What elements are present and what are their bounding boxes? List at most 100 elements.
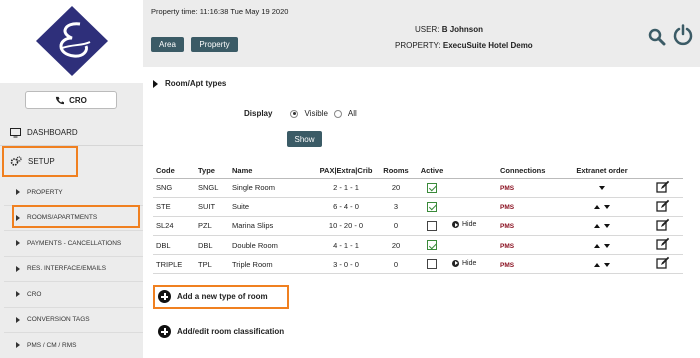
cell-name: Single Room (229, 178, 315, 198)
caret-right-icon (16, 291, 20, 298)
add-new-label: Add a new type of room (177, 292, 268, 301)
sidebar-item-pms-cm-rms[interactable]: PMS / CM / RMS (4, 333, 143, 358)
active-checkbox[interactable] (427, 259, 437, 270)
edit-icon[interactable] (656, 199, 670, 213)
add-room-classification-link[interactable]: Add/edit room classification (158, 325, 284, 338)
arrow-down-icon[interactable] (604, 224, 610, 229)
cell-active (415, 254, 449, 275)
edit-icon[interactable] (656, 180, 670, 194)
cro-button[interactable]: CRO (25, 91, 117, 109)
cell-connections: PMS (497, 254, 561, 275)
add-new-room-type-link[interactable]: Add a new type of room (158, 290, 268, 303)
display-filter: Display Visible All (244, 109, 357, 118)
sidebar-item-property[interactable]: PROPERTY (4, 180, 143, 206)
hide-button[interactable]: Hide (452, 221, 477, 229)
cell-hide: Hide (449, 254, 497, 275)
edit-icon[interactable] (656, 256, 670, 270)
col-connections: Connections (497, 163, 561, 179)
cell-hide: Hide (449, 216, 497, 237)
cell-hide (449, 197, 497, 217)
cell-connections: PMS (497, 235, 561, 256)
property-button[interactable]: Property (191, 37, 238, 52)
caret-right-icon (16, 240, 20, 247)
arrow-up-icon[interactable] (594, 205, 600, 210)
cell-active (415, 235, 449, 256)
cell-active (415, 197, 449, 217)
active-checkbox[interactable] (427, 201, 437, 212)
cell-edit (643, 216, 683, 237)
setup-highlight (2, 146, 78, 177)
nav-dashboard[interactable]: DASHBOARD (0, 120, 143, 146)
col-extranet-order: Extranet order (561, 163, 643, 179)
sidebar-item-res-interface[interactable]: RES. INTERFACE/EMAILS (4, 257, 143, 282)
active-checkbox[interactable] (427, 240, 437, 251)
sidebar-item-label: PAYMENTS - CANCELLATIONS (27, 239, 122, 247)
cell-type: SNGL (195, 178, 229, 198)
cell-extranet-order (561, 235, 643, 256)
arrow-up-icon[interactable] (594, 262, 600, 267)
cell-code: SNG (153, 178, 195, 198)
sidebar-item-payments-cancellations[interactable]: PAYMENTS - CANCELLATIONS (4, 231, 143, 257)
hide-label: Hide (462, 221, 477, 229)
radio-visible-label: Visible (304, 109, 328, 118)
cell-edit (643, 178, 683, 198)
cell-pax: 10 - 20 - 0 (315, 216, 377, 237)
hide-button[interactable]: Hide (452, 259, 477, 267)
radio-visible[interactable] (290, 109, 299, 118)
pms-link[interactable]: PMS (500, 185, 514, 192)
arrow-up-icon[interactable] (594, 224, 600, 229)
section-room-apt-types[interactable]: Room/Apt types (153, 79, 226, 88)
pms-link[interactable]: PMS (500, 204, 514, 211)
cell-code: DBL (153, 235, 195, 256)
arrow-down-icon[interactable] (604, 243, 610, 248)
cell-pax: 6 - 4 - 0 (315, 197, 377, 217)
col-active: Active (415, 163, 449, 179)
pms-link[interactable]: PMS (500, 243, 514, 250)
pms-link[interactable]: PMS (500, 223, 514, 230)
pms-link[interactable]: PMS (500, 262, 514, 269)
table-row: SNG SNGL Single Room 2 - 1 - 1 20 PMS (153, 178, 683, 198)
caret-right-icon (16, 265, 20, 272)
hide-label: Hide (462, 259, 477, 267)
edit-icon[interactable] (656, 218, 670, 232)
col-code: Code (153, 163, 195, 179)
cell-extranet-order (561, 197, 643, 217)
cell-pax: 3 - 0 - 0 (315, 254, 377, 275)
arrow-down-icon[interactable] (599, 186, 605, 191)
sidebar-item-cro[interactable]: CRO (4, 282, 143, 308)
cell-connections: PMS (497, 216, 561, 237)
arrow-down-icon[interactable] (604, 205, 610, 210)
table-row: STE SUIT Suite 6 - 4 - 0 3 PMS (153, 197, 683, 217)
plus-circle-icon (158, 290, 171, 303)
sidebar-item-label: PROPERTY (27, 188, 63, 196)
top-header: Property time: 11:16:38 Tue May 19 2020 … (143, 0, 700, 67)
active-checkbox[interactable] (427, 220, 437, 231)
col-hide (449, 163, 497, 179)
cell-active (415, 216, 449, 237)
cell-hide (449, 178, 497, 198)
edit-icon[interactable] (656, 237, 670, 251)
display-label: Display (244, 109, 273, 118)
cell-pax: 2 - 1 - 1 (315, 178, 377, 198)
area-button[interactable]: Area (151, 37, 184, 52)
nav-dashboard-label: DASHBOARD (27, 128, 78, 137)
sidebar-item-label: CONVERSION TAGS (27, 316, 90, 324)
power-icon[interactable] (673, 24, 693, 46)
sidebar-item-label: PMS / CM / RMS (27, 341, 77, 349)
cell-name: Triple Room (229, 254, 315, 275)
radio-all[interactable] (333, 109, 342, 118)
cell-rooms: 20 (377, 178, 415, 198)
search-icon[interactable] (648, 28, 666, 46)
property-name: ExecuSuite Hotel Demo (442, 41, 533, 50)
show-button[interactable]: Show (287, 131, 322, 147)
col-pax: PAX|Extra|Crib (315, 163, 377, 179)
user-label: USER: (415, 25, 440, 34)
table-row: SL24 PZL Marina Slips 10 - 20 - 0 0 Hide PMS (153, 216, 683, 237)
play-circle-icon (452, 259, 459, 267)
active-checkbox[interactable] (427, 182, 437, 193)
arrow-down-icon[interactable] (604, 262, 610, 267)
caret-right-icon (16, 342, 20, 349)
cell-name: Marina Slips (229, 216, 315, 237)
sidebar-item-conversion-tags[interactable]: CONVERSION TAGS (4, 308, 143, 333)
arrow-up-icon[interactable] (594, 243, 600, 248)
